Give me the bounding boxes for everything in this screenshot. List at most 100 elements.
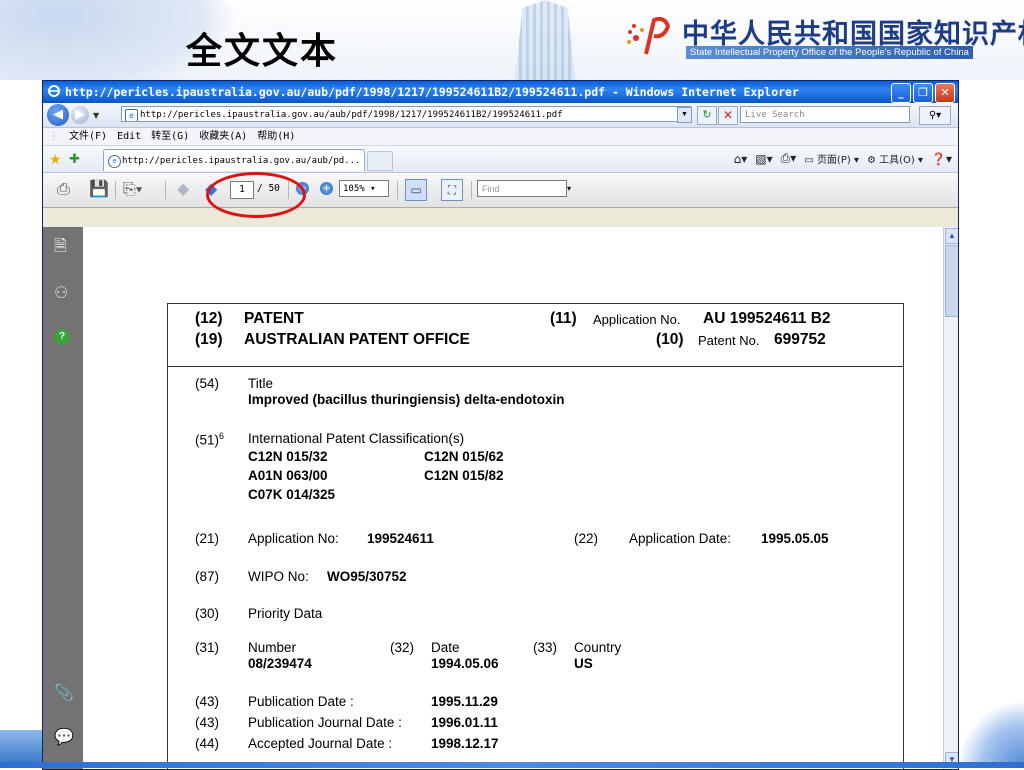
find-dropdown-icon[interactable]: ▾	[567, 180, 577, 197]
share-icon[interactable]: ⎘▾	[123, 181, 143, 199]
favorites-star-icon[interactable]: ★	[49, 151, 62, 168]
minimize-button[interactable]: _	[891, 83, 911, 103]
priority-number-label: Number	[248, 640, 297, 655]
window-title: http://pericles.ipaustralia.gov.au/aub/p…	[65, 85, 799, 99]
scroll-up-icon[interactable]: ▲	[945, 228, 958, 244]
stop-button[interactable]: ✕	[718, 106, 738, 125]
code-22: (22)	[574, 531, 599, 546]
code-11: (11)	[550, 310, 577, 327]
pdf-toolbar: ⎙ 💾 ⎘▾ ◆ ◆ 1 / 50 − + 105% ▾ ▭ ⛶ Find ▾	[43, 172, 958, 218]
ie-logo-icon	[48, 85, 60, 97]
sipo-logo-icon	[627, 16, 671, 55]
print-icon[interactable]: ⎙	[57, 181, 70, 199]
code-33: (33)	[533, 640, 558, 655]
forward-button[interactable]: ▶	[71, 106, 89, 124]
slide-decoration-bottom-right	[957, 700, 1024, 768]
ipc-class: C12N 015/82	[424, 468, 504, 483]
attachments-icon[interactable]: 📎	[54, 683, 74, 703]
page-menu-label: 页面(P)	[816, 155, 851, 166]
patent-document-page: (12) PATENT (19) AUSTRALIAN PATENT OFFIC…	[167, 303, 904, 769]
find-input[interactable]: Find	[477, 180, 567, 197]
address-input[interactable]: e http://pericles.ipaustralia.gov.au/aub…	[121, 106, 691, 122]
fit-page-button[interactable]: ⛶	[441, 179, 463, 201]
close-button[interactable]: ✕	[935, 83, 955, 103]
accepted-journal-date-label: Accepted Journal Date :	[248, 736, 393, 751]
highlight-annotation-circle	[206, 172, 306, 218]
code-87: (87)	[195, 569, 220, 584]
tab-current[interactable]: e http://pericles.ipaustralia.gov.au/aub…	[103, 149, 365, 171]
title-value: Improved (bacillus thuringiensis) delta-…	[248, 392, 565, 407]
patent-no-value: 699752	[774, 331, 826, 348]
code-31: (31)	[195, 640, 220, 655]
taskbar-strip	[0, 762, 1024, 768]
tools-menu[interactable]: ⚙ 工具(O) ▾	[867, 151, 923, 166]
publication-date-value: 1995.11.29	[431, 694, 498, 709]
application-no-field-value: 199524611	[367, 531, 434, 546]
toolbar-separator	[397, 181, 398, 199]
page-menu[interactable]: ▭ 页面(P) ▾	[804, 151, 859, 166]
application-date-label: Application Date:	[629, 531, 732, 546]
tools-menu-label: 工具(O)	[879, 155, 915, 166]
bookmarks-icon[interactable]: ⚇	[54, 283, 68, 303]
tab-page-icon: e	[108, 155, 121, 168]
add-favorite-icon[interactable]: ✚	[69, 151, 80, 167]
application-no-field-label: Application No:	[248, 531, 339, 546]
ipc-class: C12N 015/62	[424, 449, 504, 464]
slide-title: 全文文本	[186, 31, 339, 72]
search-input[interactable]: Live Search	[740, 106, 910, 123]
menu-favorites[interactable]: 收藏夹(A)	[199, 128, 247, 145]
address-dropdown-button[interactable]: ▼	[677, 107, 692, 123]
vertical-scrollbar[interactable]: ▲ ▼	[943, 227, 958, 769]
application-date-value: 1995.05.05	[761, 531, 829, 546]
feeds-icon[interactable]: ▧▾	[755, 152, 772, 166]
menu-bar: ⋮ 文件(F) Edit 转至(G) 收藏夹(A) 帮助(H)	[43, 128, 958, 146]
save-icon[interactable]: 💾	[89, 181, 109, 199]
toolbar-separator	[165, 181, 166, 199]
tab-title: http://pericles.ipaustralia.gov.au/aub/p…	[122, 156, 361, 166]
help-icon[interactable]: ❓▾	[931, 152, 952, 166]
zoom-select[interactable]: 105% ▾	[339, 180, 389, 197]
menu-edit[interactable]: Edit	[117, 128, 141, 145]
history-dropdown-icon[interactable]: ▼	[93, 111, 99, 120]
toolbar-separator	[471, 181, 472, 199]
toolbar-separator	[115, 181, 116, 199]
refresh-button[interactable]: ↻	[697, 106, 717, 125]
wipo-label: WIPO No:	[248, 569, 309, 584]
print-icon[interactable]: ⎙▾	[781, 151, 797, 166]
address-bar: ◀ ▶ ▼ e http://pericles.ipaustralia.gov.…	[43, 103, 958, 128]
help-icon[interactable]: ?	[54, 329, 70, 345]
menu-help[interactable]: 帮助(H)	[257, 128, 295, 145]
fit-width-button[interactable]: ▭	[405, 179, 427, 201]
back-button[interactable]: ◀	[47, 104, 69, 126]
accepted-journal-date-value: 1998.12.17	[431, 736, 499, 751]
grip-icon: ⋮	[49, 131, 59, 142]
code-19: (19)	[195, 331, 223, 348]
pdf-viewer: 🗎 ⚇ ? 📎 💬 ▲ ▼ (12) PATENT (19) AUSTRALIA…	[43, 227, 958, 769]
maximize-button[interactable]: ❐	[913, 83, 933, 103]
previous-page-icon[interactable]: ◆	[177, 181, 189, 199]
command-bar: ⌂▾ ▧▾ ⎙▾ ▭ 页面(P) ▾ ⚙ 工具(O) ▾ ❓▾	[734, 151, 952, 166]
priority-number-value: 08/239474	[248, 656, 312, 671]
patent-header: (12) PATENT (19) AUSTRALIAN PATENT OFFIC…	[168, 304, 903, 367]
home-icon[interactable]: ⌂▾	[734, 152, 748, 166]
publication-journal-date-label: Publication Journal Date :	[248, 715, 402, 730]
patent-no-label: Patent No.	[698, 333, 760, 348]
patent-label: PATENT	[244, 310, 304, 327]
search-button[interactable]: ⚲▾	[919, 106, 951, 125]
menu-goto[interactable]: 转至(G)	[151, 128, 189, 145]
code-51-text: (51)	[195, 432, 220, 448]
window-titlebar[interactable]: http://pericles.ipaustralia.gov.au/aub/p…	[43, 81, 958, 103]
comments-icon[interactable]: 💬	[54, 727, 74, 747]
code-32: (32)	[390, 640, 415, 655]
address-text: http://pericles.ipaustralia.gov.au/aub/p…	[140, 110, 563, 120]
ipc-class: A01N 063/00	[248, 468, 328, 483]
zoom-value: 105%	[343, 184, 365, 194]
pages-panel-icon[interactable]: 🗎	[54, 235, 67, 262]
window-controls: _ ❐ ✕	[891, 83, 955, 103]
zoom-in-button[interactable]: +	[320, 182, 333, 195]
scroll-thumb[interactable]	[945, 245, 958, 317]
code-51: (51)6	[195, 431, 224, 448]
menu-file[interactable]: 文件(F)	[69, 128, 107, 145]
code-12: (12)	[195, 310, 223, 327]
new-tab-button[interactable]	[367, 151, 393, 171]
